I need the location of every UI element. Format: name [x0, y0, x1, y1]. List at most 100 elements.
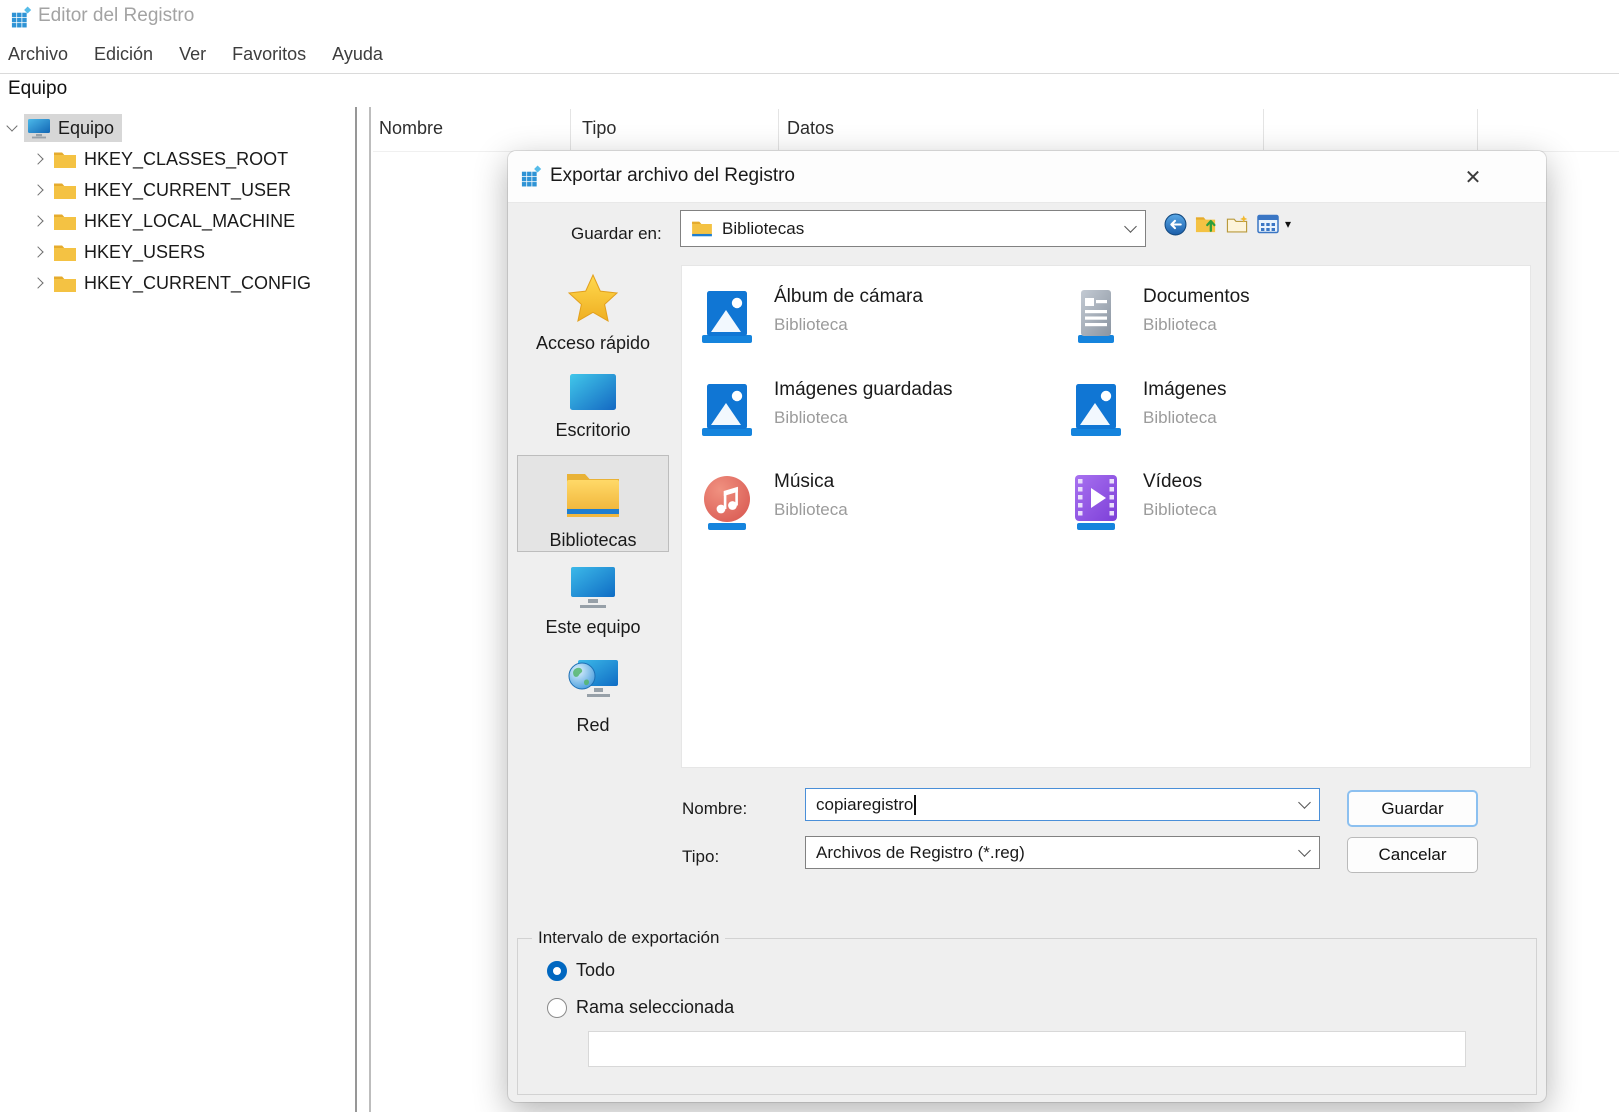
place-bibliotecas[interactable]: Bibliotecas [517, 455, 669, 552]
menu-archivo[interactable]: Archivo [8, 44, 68, 65]
save-in-label: Guardar en: [571, 224, 662, 244]
place-este-equipo[interactable]: Este equipo [517, 563, 669, 638]
chevron-right-icon[interactable] [32, 184, 43, 195]
up-one-level-icon[interactable] [1194, 212, 1218, 236]
column-divider[interactable] [1477, 109, 1478, 150]
save-in-combobox[interactable]: Bibliotecas [680, 210, 1146, 247]
place-red[interactable]: Red [517, 653, 669, 736]
tree-selection-highlight[interactable]: Equipo [24, 114, 122, 142]
libraries-folder-icon [518, 462, 668, 526]
chevron-down-icon[interactable] [1298, 796, 1311, 809]
chevron-right-icon[interactable] [32, 153, 43, 164]
registry-dialog-icon [520, 165, 543, 193]
tree-item-hkey-local-machine[interactable]: HKEY_LOCAL_MACHINE [0, 206, 295, 236]
panel-splitter[interactable] [359, 107, 371, 1112]
file-item-imagenes-guardadas[interactable]: Imágenes guardadas Biblioteca [698, 375, 1048, 445]
chevron-down-icon[interactable] [6, 120, 17, 131]
export-all-option[interactable]: Todo [547, 960, 615, 981]
chevron-right-icon[interactable] [32, 246, 43, 257]
column-datos[interactable]: Datos [787, 118, 834, 139]
file-list[interactable]: Álbum de cámara Biblioteca Documentos [681, 265, 1531, 768]
address-bar[interactable]: Equipo [0, 75, 1619, 107]
close-icon[interactable]: ✕ [1458, 162, 1488, 192]
place-label[interactable]: Red [517, 715, 669, 736]
file-item-musica[interactable]: Música Biblioteca [698, 467, 1048, 537]
file-type: Biblioteca [1143, 315, 1217, 335]
menu-ver[interactable]: Ver [179, 44, 206, 65]
selected-branch-label[interactable]: Rama seleccionada [576, 997, 734, 1018]
file-name[interactable]: Imágenes [1143, 379, 1226, 401]
file-type: Biblioteca [774, 315, 848, 335]
menubar: Archivo Edición Ver Favoritos Ayuda [0, 36, 1619, 74]
file-name[interactable]: Imágenes guardadas [774, 379, 953, 401]
file-name[interactable]: Documentos [1143, 286, 1250, 308]
dialog-title: Exportar archivo del Registro [550, 165, 795, 187]
selected-branch-input[interactable] [588, 1031, 1466, 1067]
place-escritorio[interactable]: Escritorio [517, 368, 669, 441]
file-name-value[interactable]: copiaregistro [816, 795, 913, 815]
computer-icon [26, 116, 52, 140]
tree-label[interactable]: HKEY_CURRENT_USER [84, 180, 291, 201]
radio-selected-icon[interactable] [547, 961, 567, 981]
pictures-library-icon [698, 282, 756, 350]
place-label[interactable]: Bibliotecas [518, 530, 668, 551]
tree-item-hkey-classes-root[interactable]: HKEY_CLASSES_ROOT [0, 144, 288, 174]
tree-item-hkey-current-user[interactable]: HKEY_CURRENT_USER [0, 175, 291, 205]
tree-item-hkey-current-config[interactable]: HKEY_CURRENT_CONFIG [0, 268, 311, 298]
chevron-down-icon[interactable] [1124, 220, 1137, 233]
file-name[interactable]: Música [774, 471, 834, 493]
chevron-right-icon[interactable] [32, 215, 43, 226]
save-in-value: Bibliotecas [722, 219, 1126, 239]
address-path[interactable]: Equipo [8, 78, 67, 100]
tree-item-hkey-users[interactable]: HKEY_USERS [0, 237, 205, 267]
tree-item-equipo[interactable]: Equipo [6, 113, 122, 143]
tree-label[interactable]: HKEY_LOCAL_MACHINE [84, 211, 295, 232]
cancel-button[interactable]: Cancelar [1347, 837, 1478, 873]
file-item-videos[interactable]: Vídeos Biblioteca [1067, 467, 1417, 537]
dialog-titlebar: Exportar archivo del Registro ✕ [508, 151, 1546, 203]
tree-label[interactable]: Equipo [58, 118, 114, 139]
radio-unselected-icon[interactable] [547, 998, 567, 1018]
desktop-icon [517, 368, 669, 416]
column-tipo[interactable]: Tipo [582, 118, 616, 139]
pictures-library-icon [1067, 375, 1125, 443]
file-name-input[interactable]: copiaregistro [805, 788, 1320, 821]
save-button[interactable]: Guardar [1347, 790, 1478, 827]
menu-favoritos[interactable]: Favoritos [232, 44, 306, 65]
registry-tree-panel: Equipo HKEY_CLASSES_ROOT HKEY_CURRENT_US… [0, 107, 357, 1112]
cancel-button-label[interactable]: Cancelar [1378, 845, 1446, 865]
place-acceso-rapido[interactable]: Acceso rápido [517, 269, 669, 354]
views-dropdown-caret-icon[interactable]: ▾ [1285, 217, 1291, 231]
file-item-album-de-camara[interactable]: Álbum de cámara Biblioteca [698, 282, 1048, 352]
new-folder-icon[interactable] [1225, 212, 1249, 236]
file-name[interactable]: Vídeos [1143, 471, 1202, 493]
tree-label[interactable]: HKEY_CLASSES_ROOT [84, 149, 288, 170]
pictures-library-icon [698, 375, 756, 443]
column-divider[interactable] [778, 109, 779, 150]
documents-library-icon [1067, 282, 1125, 350]
folder-icon [52, 240, 78, 264]
export-all-label[interactable]: Todo [576, 960, 615, 981]
list-column-header: Nombre Tipo Datos [373, 107, 1619, 152]
back-icon[interactable] [1163, 212, 1187, 236]
chevron-right-icon[interactable] [32, 277, 43, 288]
file-item-imagenes[interactable]: Imágenes Biblioteca [1067, 375, 1417, 445]
place-label[interactable]: Este equipo [517, 617, 669, 638]
file-type-combobox[interactable]: Archivos de Registro (*.reg) [805, 836, 1320, 869]
tree-label[interactable]: HKEY_CURRENT_CONFIG [84, 273, 311, 294]
file-item-documentos[interactable]: Documentos Biblioteca [1067, 282, 1417, 352]
column-divider[interactable] [570, 109, 571, 150]
menu-edicion[interactable]: Edición [94, 44, 153, 65]
save-button-label[interactable]: Guardar [1381, 799, 1443, 819]
selected-branch-option[interactable]: Rama seleccionada [547, 997, 734, 1018]
menu-ayuda[interactable]: Ayuda [332, 44, 383, 65]
text-cursor [914, 795, 916, 815]
column-divider[interactable] [1263, 109, 1264, 150]
chevron-down-icon[interactable] [1298, 844, 1311, 857]
place-label[interactable]: Escritorio [517, 420, 669, 441]
file-name[interactable]: Álbum de cámara [774, 286, 923, 308]
place-label[interactable]: Acceso rápido [517, 333, 669, 354]
view-menu-icon[interactable] [1256, 212, 1280, 236]
tree-label[interactable]: HKEY_USERS [84, 242, 205, 263]
column-nombre[interactable]: Nombre [379, 118, 443, 139]
